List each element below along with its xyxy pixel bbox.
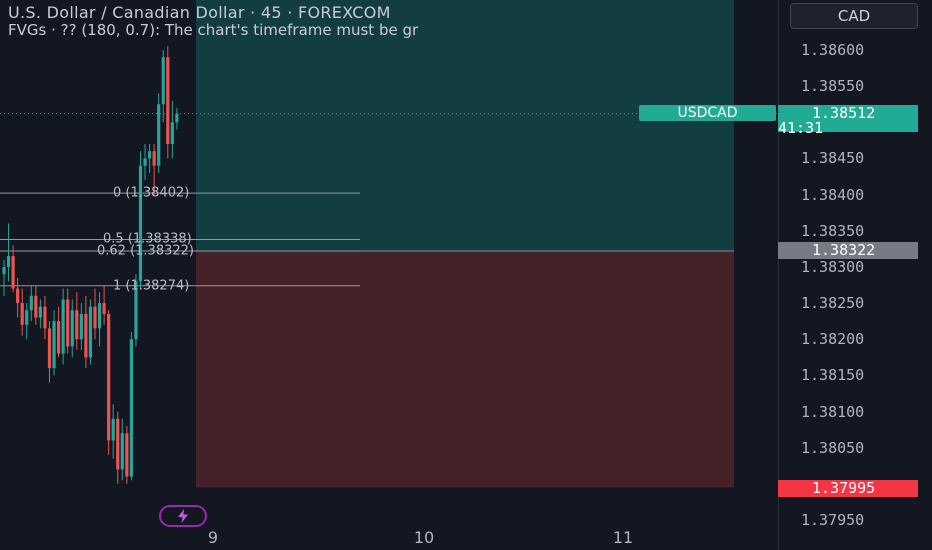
position-tool[interactable]	[196, 0, 734, 488]
candle-body	[102, 303, 106, 314]
candle-body	[61, 299, 65, 354]
bar-countdown: 41:31	[778, 119, 824, 137]
price-tick: 1.38150	[801, 366, 865, 385]
loss-zone[interactable]	[196, 251, 734, 488]
currency-button[interactable]: CAD	[790, 3, 918, 29]
time-label-10: 10	[413, 528, 435, 547]
price-axis[interactable]: 1.38600 1.38550 1.38450 1.38400 1.38350 1.383…	[778, 0, 932, 550]
candle-body	[11, 256, 15, 289]
replay-button[interactable]	[159, 505, 207, 527]
price-tick: 1.38300	[801, 257, 865, 276]
candle-body	[57, 321, 61, 354]
stop-price-badge: 1.37995	[778, 480, 918, 497]
candle-body	[88, 306, 93, 358]
price-tick: 1.37950	[801, 511, 865, 529]
candle-body	[16, 288, 20, 304]
price-tick: 1.38100	[801, 402, 865, 421]
candle-body	[79, 313, 83, 340]
price-tick: 1.38350	[801, 221, 865, 240]
profit-zone[interactable]	[196, 0, 734, 252]
candle-body	[93, 306, 97, 329]
candle-body	[38, 306, 42, 318]
fib-level-label: 0.62 (1.38322)	[97, 243, 194, 259]
candlestick-series	[2, 46, 179, 484]
level-price-badge: 1.38322	[778, 242, 918, 259]
current-price-value: 1.38512	[812, 104, 876, 122]
candle-body	[170, 122, 174, 144]
candle-body	[84, 313, 88, 358]
time-label-11: 11	[612, 528, 634, 547]
candle-body	[111, 418, 115, 441]
candle-body	[143, 158, 147, 166]
candle-body	[157, 104, 161, 166]
candle-body	[43, 306, 47, 329]
lightning-icon	[178, 509, 188, 523]
price-tick: 1.38450	[801, 149, 865, 168]
time-label-9: 9	[207, 528, 219, 547]
candle-body	[75, 310, 79, 340]
price-tick: 1.38400	[801, 185, 865, 204]
candle-body	[116, 418, 120, 470]
candle-body	[2, 266, 6, 275]
candle-body	[129, 339, 133, 477]
fib-level-label: 0 (1.38402)	[113, 185, 190, 201]
candle-body	[161, 57, 165, 105]
candle-body	[6, 256, 11, 267]
candle-body	[125, 433, 129, 477]
candle-body	[34, 295, 38, 318]
chart-plot-area[interactable]	[0, 0, 778, 550]
price-tick: 1.38600	[801, 41, 865, 59]
candle-body	[97, 303, 102, 329]
price-tick: 1.38250	[801, 294, 865, 313]
candle-body	[175, 113, 179, 123]
candle-body	[70, 310, 74, 347]
candle-body	[138, 165, 143, 282]
candle-body	[120, 433, 124, 470]
candle-body	[52, 321, 56, 369]
fib-level-label: 1 (1.38274)	[113, 278, 190, 294]
candle-body	[152, 151, 156, 166]
candle-body	[66, 299, 70, 347]
price-tick: 1.38550	[801, 77, 865, 96]
candle-body	[107, 313, 111, 441]
candle-body	[148, 151, 152, 159]
current-price-badge: 1.38512 41:31	[778, 104, 918, 136]
candle-body	[20, 303, 24, 325]
price-tick: 1.38050	[801, 438, 865, 457]
price-tick: 1.38200	[801, 330, 865, 349]
trading-chart-window: 0 (1.38402) 0.5 (1.38338) 0.62 (1.38322) 1 …	[0, 0, 932, 550]
candle-body	[25, 310, 29, 325]
candle-body	[29, 295, 33, 311]
candle-body	[166, 57, 170, 144]
symbol-tag: USDCAD	[639, 105, 776, 121]
candle-body	[47, 328, 52, 369]
